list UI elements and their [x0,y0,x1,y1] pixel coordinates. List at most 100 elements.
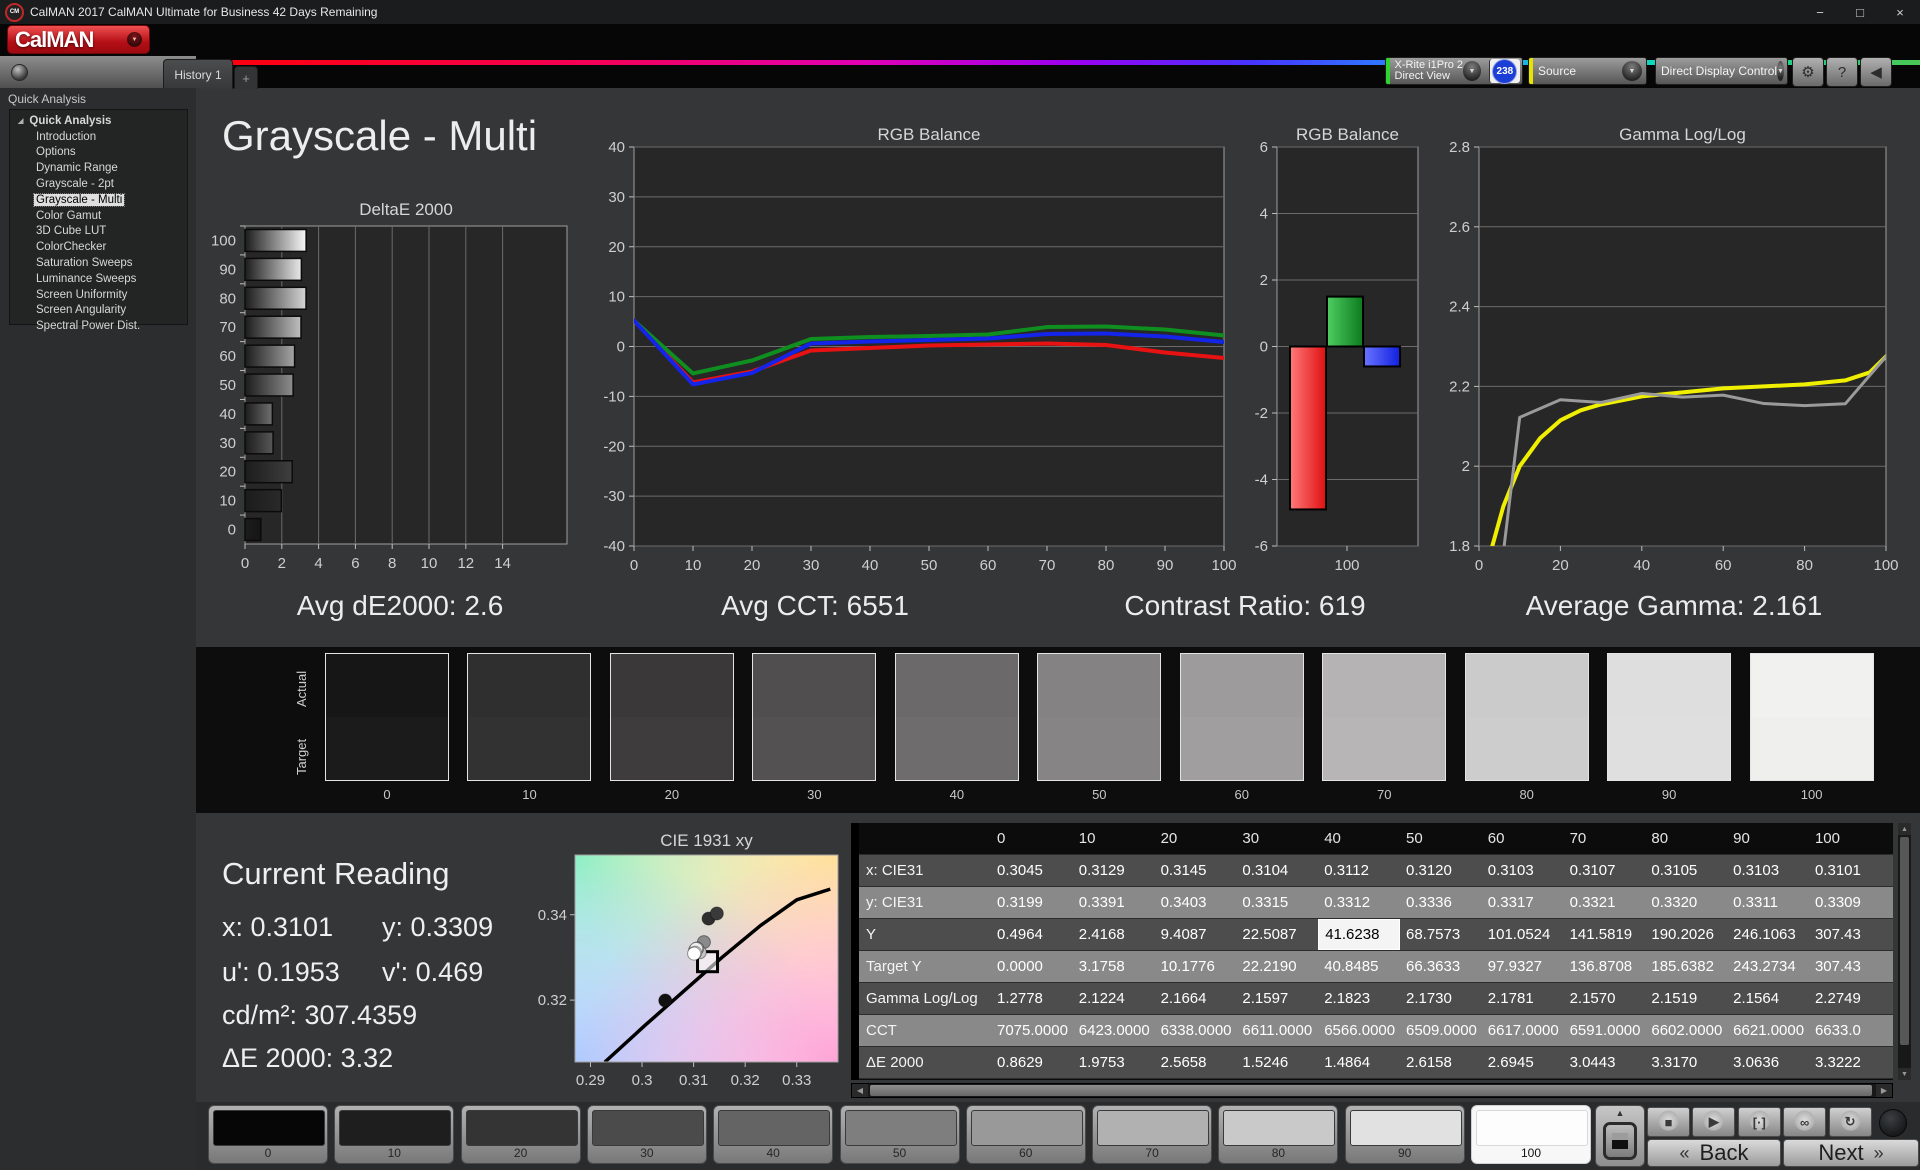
patch-button-40[interactable]: 40 [713,1105,834,1164]
sidebar-item-color-gamut[interactable]: Color Gamut [10,208,187,224]
patch-button-50[interactable]: 50 [839,1105,960,1164]
help-button[interactable]: ? [1826,57,1858,87]
table-cell[interactable]: 0.3129 [1073,855,1155,886]
table-cell[interactable]: 68.7573 [1400,919,1482,950]
table-cell[interactable]: 2.1597 [1236,983,1318,1014]
source-dropdown-arrow-icon[interactable]: ▼ [1622,61,1642,81]
sidebar-item-options[interactable]: Options [10,145,187,161]
table-cell[interactable]: 3.1758 [1073,951,1155,982]
continuous-measure-button[interactable]: ∞ [1783,1107,1827,1137]
table-cell[interactable]: 0.3320 [1645,887,1727,918]
table-cell[interactable]: 40.8485 [1318,951,1400,982]
table-cell[interactable]: 101.0524 [1482,919,1564,950]
table-cell[interactable]: 0.3321 [1564,887,1646,918]
sidebar-item-3d-cube-lut[interactable]: 3D Cube LUT [10,224,187,240]
table-cell[interactable]: 0.4964 [991,919,1073,950]
table-cell[interactable]: 22.5087 [1236,919,1318,950]
table-cell[interactable]: 2.1570 [1564,983,1646,1014]
table-cell[interactable]: 2.2749 [1809,983,1891,1014]
table-cell[interactable]: 1.2778 [991,983,1073,1014]
close-button[interactable]: × [1880,0,1920,24]
back-button[interactable]: « Back [1647,1139,1781,1167]
table-cell[interactable]: 1.4864 [1318,1047,1400,1078]
patch-button-90[interactable]: 90 [1344,1105,1465,1164]
sidebar-item-screen-uniformity[interactable]: Screen Uniformity [10,287,187,303]
scrollbar-thumb[interactable] [870,1085,1872,1096]
scroll-down-icon[interactable]: ▼ [1898,1068,1911,1080]
scroll-right-icon[interactable]: ▶ [1876,1084,1892,1097]
table-cell[interactable]: 0.3107 [1564,855,1646,886]
table-cell[interactable]: 7075.0000 [991,1015,1073,1046]
table-cell[interactable]: 2.1781 [1482,983,1564,1014]
table-cell[interactable]: 0.3391 [1073,887,1155,918]
table-cell[interactable]: 2.5658 [1155,1047,1237,1078]
table-cell[interactable]: 66.3633 [1400,951,1482,982]
table-cell[interactable]: 2.4168 [1073,919,1155,950]
table-cell[interactable]: 136.8708 [1564,951,1646,982]
scrollbar-thumb[interactable] [1900,837,1909,1045]
table-horizontal-scrollbar[interactable]: ◀ ▶ [851,1083,1893,1098]
table-cell[interactable]: 307.43 [1809,919,1891,950]
table-cell[interactable]: 2.6945 [1482,1047,1564,1078]
table-vertical-scrollbar[interactable]: ▲ ▼ [1898,823,1911,1080]
table-cell[interactable]: 0.3120 [1400,855,1482,886]
sidebar-item-grayscale-multi[interactable]: Grayscale - Multi [10,192,187,208]
settings-button[interactable]: ⚙ [1792,57,1824,87]
table-cell[interactable]: 0.3045 [991,855,1073,886]
table-cell[interactable]: 243.2734 [1727,951,1809,982]
table-cell[interactable]: 6633.0 [1809,1015,1891,1046]
sidebar-item-grayscale-2pt[interactable]: Grayscale - 2pt [10,176,187,192]
scroll-up-icon[interactable]: ▲ [1898,823,1911,835]
patch-button-10[interactable]: 10 [334,1105,455,1164]
table-cell[interactable]: 0.3105 [1645,855,1727,886]
table-cell[interactable]: 0.0000 [991,951,1073,982]
table-cell[interactable]: 0.8629 [991,1047,1073,1078]
patch-button-20[interactable]: 20 [460,1105,581,1164]
table-cell[interactable]: 0.3103 [1482,855,1564,886]
table-cell[interactable]: 97.9327 [1482,951,1564,982]
table-cell[interactable]: 1.9753 [1073,1047,1155,1078]
table-cell[interactable]: 6617.0000 [1482,1015,1564,1046]
patch-button-80[interactable]: 80 [1218,1105,1339,1164]
table-cell[interactable]: 6566.0000 [1318,1015,1400,1046]
table-cell[interactable]: 3.3222 [1809,1047,1891,1078]
table-cell[interactable]: 0.3103 [1727,855,1809,886]
table-cell[interactable]: 0.3317 [1482,887,1564,918]
table-cell[interactable]: 1.5246 [1236,1047,1318,1078]
table-cell[interactable]: 6621.0000 [1727,1015,1809,1046]
sidebar-item-introduction[interactable]: Introduction [10,129,187,145]
scroll-left-icon[interactable]: ◀ [852,1084,868,1097]
source-dropdown[interactable]: Source ▼ [1528,57,1647,85]
table-cell[interactable]: 6338.0000 [1155,1015,1237,1046]
table-cell[interactable]: 6611.0000 [1236,1015,1318,1046]
table-cell[interactable]: 6602.0000 [1645,1015,1727,1046]
next-button[interactable]: Next » [1783,1139,1919,1167]
patch-button-60[interactable]: 60 [965,1105,1086,1164]
tree-root-quick-analysis[interactable]: ◢ Quick Analysis [10,113,187,129]
patch-button-100[interactable]: 100 [1471,1105,1591,1164]
patch-button-0[interactable]: 0 [208,1105,328,1164]
meter-dropdown[interactable]: X-Rite i1Pro 2 Direct View ▼ 238 [1385,57,1523,85]
table-cell[interactable]: 0.3311 [1727,887,1809,918]
table-cell[interactable]: 2.1823 [1318,983,1400,1014]
minimize-button[interactable]: − [1800,0,1840,24]
table-cell[interactable]: 0.3112 [1318,855,1400,886]
table-cell[interactable]: 6591.0000 [1564,1015,1646,1046]
play-button[interactable]: ▶ [1692,1107,1736,1137]
table-cell[interactable]: 0.3101 [1809,855,1891,886]
table-cell[interactable]: 307.43 [1809,951,1891,982]
sidebar-item-dynamic-range[interactable]: Dynamic Range [10,160,187,176]
table-cell[interactable]: 2.1224 [1073,983,1155,1014]
table-cell[interactable]: 141.5819 [1564,919,1646,950]
maximize-button[interactable]: □ [1840,0,1880,24]
selected-cell[interactable]: 41.6238 [1318,919,1400,950]
table-cell[interactable]: 0.3199 [991,887,1073,918]
table-cell[interactable]: 9.4087 [1155,919,1237,950]
table-cell[interactable]: 22.2190 [1236,951,1318,982]
refresh-button[interactable]: ↻ [1828,1107,1872,1137]
table-cell[interactable]: 2.1519 [1645,983,1727,1014]
workflow-radio-button[interactable] [11,64,28,81]
sidebar-item-spectral-power-dist-[interactable]: Spectral Power Dist. [10,318,187,334]
table-cell[interactable]: 246.1063 [1727,919,1809,950]
table-cell[interactable]: 3.0636 [1727,1047,1809,1078]
